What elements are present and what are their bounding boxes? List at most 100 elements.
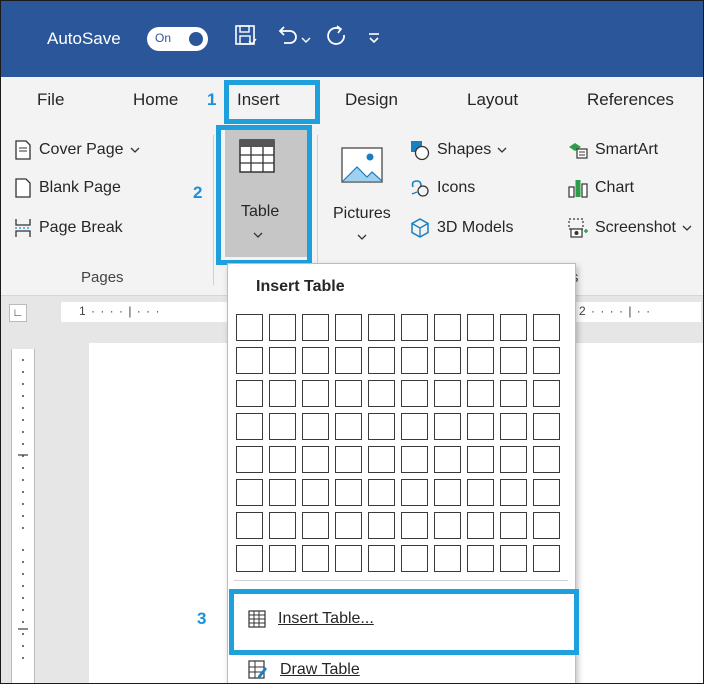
grid-cell[interactable]	[335, 446, 362, 473]
tab-layout[interactable]: Layout	[467, 90, 518, 110]
grid-cell[interactable]	[434, 413, 461, 440]
grid-cell[interactable]	[269, 413, 296, 440]
undo-dropdown-icon[interactable]	[301, 31, 311, 49]
grid-cell[interactable]	[236, 380, 263, 407]
page-break-button[interactable]: Page Break	[13, 217, 123, 239]
tab-design[interactable]: Design	[345, 90, 398, 110]
grid-cell[interactable]	[236, 512, 263, 539]
grid-cell[interactable]	[533, 479, 560, 506]
grid-cell[interactable]	[467, 479, 494, 506]
grid-cell[interactable]	[335, 545, 362, 572]
grid-cell[interactable]	[500, 479, 527, 506]
grid-cell[interactable]	[500, 314, 527, 341]
grid-cell[interactable]	[302, 347, 329, 374]
grid-cell[interactable]	[500, 512, 527, 539]
grid-cell[interactable]	[434, 380, 461, 407]
grid-cell[interactable]	[467, 314, 494, 341]
grid-cell[interactable]	[269, 380, 296, 407]
grid-cell[interactable]	[335, 347, 362, 374]
chart-button[interactable]: Chart	[567, 177, 634, 199]
grid-cell[interactable]	[533, 512, 560, 539]
grid-cell[interactable]	[467, 347, 494, 374]
grid-cell[interactable]	[236, 413, 263, 440]
grid-cell[interactable]	[269, 347, 296, 374]
grid-cell[interactable]	[236, 314, 263, 341]
grid-cell[interactable]	[401, 314, 428, 341]
grid-cell[interactable]	[500, 545, 527, 572]
undo-icon[interactable]	[275, 23, 301, 54]
grid-cell[interactable]	[269, 479, 296, 506]
grid-cell[interactable]	[368, 380, 395, 407]
grid-cell[interactable]	[335, 380, 362, 407]
grid-cell[interactable]	[302, 512, 329, 539]
grid-cell[interactable]	[500, 446, 527, 473]
grid-cell[interactable]	[335, 479, 362, 506]
grid-cell[interactable]	[467, 512, 494, 539]
save-icon[interactable]	[233, 23, 259, 54]
grid-cell[interactable]	[434, 545, 461, 572]
grid-cell[interactable]	[368, 314, 395, 341]
grid-cell[interactable]	[467, 545, 494, 572]
grid-cell[interactable]	[269, 446, 296, 473]
grid-cell[interactable]	[467, 413, 494, 440]
grid-cell[interactable]	[368, 413, 395, 440]
grid-cell[interactable]	[236, 446, 263, 473]
grid-cell[interactable]	[302, 446, 329, 473]
grid-cell[interactable]	[401, 413, 428, 440]
pictures-button[interactable]: Pictures	[323, 135, 403, 255]
3d-models-button[interactable]: 3D Models	[409, 217, 513, 239]
grid-cell[interactable]	[368, 512, 395, 539]
shapes-button[interactable]: Shapes	[409, 139, 507, 161]
grid-cell[interactable]	[401, 545, 428, 572]
tab-home[interactable]: Home	[133, 90, 178, 110]
grid-cell[interactable]	[236, 545, 263, 572]
grid-cell[interactable]	[269, 512, 296, 539]
grid-cell[interactable]	[368, 347, 395, 374]
grid-cell[interactable]	[401, 512, 428, 539]
grid-cell[interactable]	[533, 314, 560, 341]
grid-cell[interactable]	[269, 545, 296, 572]
grid-cell[interactable]	[335, 512, 362, 539]
grid-cell[interactable]	[533, 545, 560, 572]
grid-cell[interactable]	[533, 347, 560, 374]
grid-cell[interactable]	[302, 314, 329, 341]
grid-cell[interactable]	[236, 479, 263, 506]
grid-cell[interactable]	[434, 446, 461, 473]
grid-cell[interactable]	[401, 446, 428, 473]
grid-cell[interactable]	[500, 380, 527, 407]
grid-cell[interactable]	[533, 446, 560, 473]
grid-cell[interactable]	[533, 380, 560, 407]
grid-cell[interactable]	[434, 479, 461, 506]
grid-cell[interactable]	[302, 380, 329, 407]
blank-page-button[interactable]: Blank Page	[13, 177, 121, 199]
grid-cell[interactable]	[401, 479, 428, 506]
grid-cell[interactable]	[434, 347, 461, 374]
tab-references[interactable]: References	[587, 90, 674, 110]
grid-cell[interactable]	[302, 413, 329, 440]
grid-cell[interactable]	[401, 347, 428, 374]
grid-cell[interactable]	[434, 512, 461, 539]
autosave-toggle[interactable]: On	[147, 27, 208, 51]
grid-cell[interactable]	[467, 446, 494, 473]
tab-file[interactable]: File	[37, 90, 64, 110]
grid-cell[interactable]	[335, 413, 362, 440]
grid-cell[interactable]	[500, 347, 527, 374]
grid-cell[interactable]	[269, 314, 296, 341]
grid-cell[interactable]	[368, 446, 395, 473]
draw-table-menu-item[interactable]: Draw Table	[248, 660, 360, 680]
screenshot-button[interactable]: Screenshot	[567, 217, 692, 239]
grid-cell[interactable]	[467, 380, 494, 407]
tab-selector-icon[interactable]: ∟	[9, 304, 27, 322]
grid-cell[interactable]	[302, 479, 329, 506]
grid-cell[interactable]	[335, 314, 362, 341]
icons-button[interactable]: Icons	[409, 177, 475, 199]
cover-page-button[interactable]: Cover Page	[13, 139, 140, 161]
grid-cell[interactable]	[368, 545, 395, 572]
grid-cell[interactable]	[500, 413, 527, 440]
grid-cell[interactable]	[236, 347, 263, 374]
grid-cell[interactable]	[533, 413, 560, 440]
redo-icon[interactable]	[324, 23, 350, 54]
customize-qat-icon[interactable]	[367, 31, 381, 50]
grid-cell[interactable]	[368, 479, 395, 506]
grid-cell[interactable]	[401, 380, 428, 407]
